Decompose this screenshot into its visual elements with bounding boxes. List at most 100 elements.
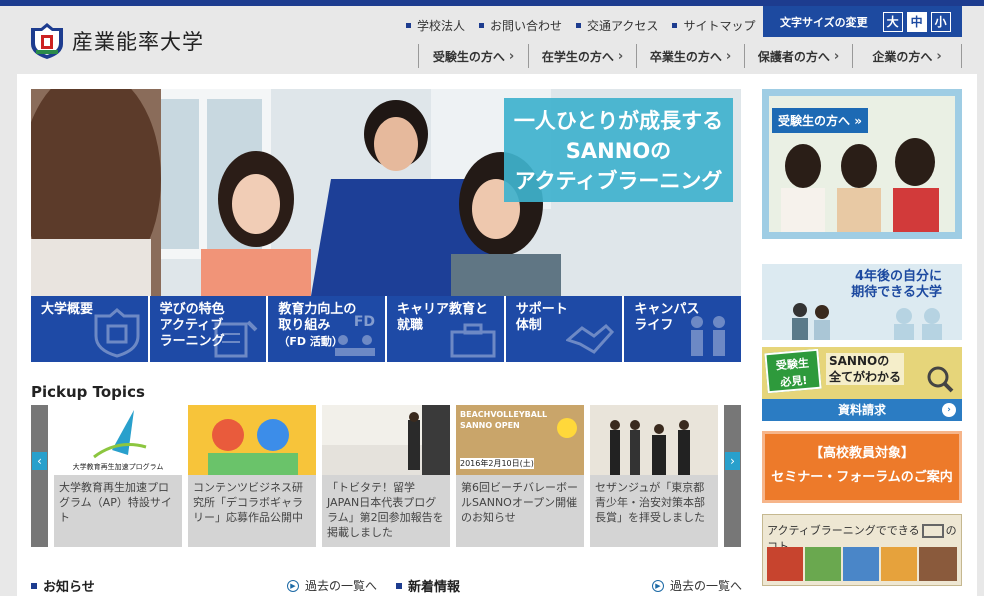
future-line1: 4年後の自分に	[854, 269, 942, 284]
applicants-photo: 受験生の方へ »	[769, 96, 955, 232]
pickup-text-decolabo: コンテンツビジネス研究所「デコラボギャラリー」応募作品公開中	[193, 481, 303, 524]
university-emblem-icon	[30, 22, 64, 60]
gnav-alumni[interactable]: 卒業生の方へ	[636, 44, 744, 68]
sidebar-future-banner[interactable]: 4年後の自分に 期待できる大学	[762, 264, 962, 340]
new-info-heading: 新着情報	[396, 576, 460, 595]
request-bar: 資料請求 ›	[762, 399, 962, 421]
future-line2: 期待できる大学	[851, 285, 942, 300]
chevron-circle-icon: ›	[942, 403, 956, 417]
hero-catch-line1: 一人ひとりが成長する	[513, 109, 724, 133]
carousel-next-button[interactable]: ›	[724, 405, 741, 547]
utility-nav: 学校法人 お問い合わせ 交通アクセス サイトマップ	[406, 17, 755, 34]
feature-campus-life[interactable]: キャンパス ライフ	[624, 296, 742, 362]
sidebar-seminar-banner[interactable]: 【高校教員対象】 セミナー・フォーラムのご案内	[762, 431, 962, 503]
pickup-title: Pickup Topics	[31, 383, 145, 401]
handshake-icon	[566, 323, 615, 354]
util-link-sitemap[interactable]: サイトマップ	[672, 17, 755, 34]
feature-fd[interactable]: 教育力向上の 取り組み （FD 活動） FD	[268, 296, 388, 362]
sidebar-request-banner[interactable]: 受験生 必見! SANNOの 全てがわかる 資料請求 ›	[762, 347, 962, 421]
font-size-large-button[interactable]: 大	[882, 11, 903, 32]
arrow-circle-icon: ▶	[287, 579, 299, 592]
util-link-access[interactable]: 交通アクセス	[576, 17, 658, 34]
notice-heading: お知らせ	[31, 576, 95, 595]
pickup-carousel: ‹ 大学教育再生加速プログラム 大学教育再生加速プログラム（AP）特設サイト コ…	[31, 405, 741, 547]
request-copy-line2: 全てがわかる	[829, 370, 902, 384]
pickup-card-award[interactable]: セザンジュが「東京都青少年・治安対策本部長賞」を拝受しました	[590, 405, 718, 547]
font-size-medium-button[interactable]: 中	[906, 11, 927, 32]
request-copy: SANNOの 全てがわかる	[826, 353, 905, 385]
feature-career[interactable]: キャリア教育と 就職	[387, 296, 506, 362]
site-name: 産業能率大学	[72, 30, 204, 54]
chevron-right-icon: ›	[725, 452, 740, 470]
new-info-more-link[interactable]: ▶ 過去の一覧へ	[652, 577, 742, 594]
carousel-prev-button[interactable]: ‹	[31, 405, 48, 547]
gnav-applicants[interactable]: 受験生の方へ	[418, 44, 528, 68]
sidebar-applicants-banner[interactable]: 受験生の方へ »	[762, 89, 962, 239]
double-chevron-icon: »	[854, 114, 862, 128]
gnav-parents[interactable]: 保護者の方へ	[744, 44, 852, 68]
fd-badge: FD	[353, 314, 376, 330]
pickup-text-beach: 第6回ビーチバレーボールSANNOオープン開催のお知らせ	[461, 481, 578, 524]
office-photo-icon	[322, 405, 450, 475]
gnav-students[interactable]: 在学生の方へ	[528, 44, 636, 68]
beach-caption: BEACHVOLLEYBALL SANNO OPEN	[460, 409, 547, 431]
magnifier-icon	[927, 366, 954, 393]
sidebar-active-learning-banner[interactable]: アクティブラーニングでできる のコト	[762, 514, 962, 586]
emblem-icon	[94, 308, 140, 358]
font-size-small-button[interactable]: 小	[930, 11, 951, 32]
pickup-text-tobitate: 「トビタテ！留学JAPAN日本代表プログラム」第2回参加報告を掲載しました	[327, 481, 444, 539]
beach-caption-2: SANNO OPEN	[460, 421, 520, 430]
volleyball-icon	[557, 418, 577, 438]
hero-catch-line3: アクティブラーニング	[514, 169, 723, 193]
must-see-line2: 必見!	[779, 373, 808, 390]
seminar-line2: セミナー・フォーラムのご案内	[771, 470, 953, 485]
pickup-card-ap[interactable]: 大学教育再生加速プログラム 大学教育再生加速プログラム（AP）特設サイト	[54, 405, 182, 547]
font-size-switcher: 文字サイズの変更 大 中 小	[763, 6, 962, 37]
request-bar-label: 資料請求	[837, 403, 886, 417]
two-students-icon	[792, 303, 830, 340]
hero-catch-line2: SANNOの	[565, 139, 672, 163]
notebook-pencil-icon	[214, 320, 258, 358]
arrow-circle-icon: ▶	[652, 579, 664, 592]
feature-al-line1: 学びの特色	[159, 302, 225, 317]
temple-icon	[921, 524, 944, 538]
feature-active-learning[interactable]: 学びの特色 アクティブ ラーニング	[149, 296, 269, 362]
students-icon	[691, 316, 726, 356]
pickup-image-tobitate	[322, 405, 450, 475]
chevron-left-icon: ‹	[32, 452, 47, 470]
feature-support[interactable]: サポート 体制	[505, 296, 625, 362]
global-nav: 受験生の方へ 在学生の方へ 卒業生の方へ 保護者の方へ 企業の方へ	[418, 44, 962, 68]
font-size-label: 文字サイズの変更	[780, 15, 868, 29]
util-link-corporation[interactable]: 学校法人	[406, 17, 465, 34]
anime-illustration-icon	[208, 419, 298, 475]
pickup-card-decolabo[interactable]: コンテンツビジネス研究所「デコラボギャラリー」応募作品公開中	[188, 405, 316, 547]
util-link-contact[interactable]: お問い合わせ	[479, 17, 562, 34]
pickup-card-tobitate[interactable]: 「トビタテ！留学JAPAN日本代表プログラム」第2回参加報告を掲載しました	[322, 405, 450, 547]
gnav-companies[interactable]: 企業の方へ	[852, 44, 962, 68]
award-photo-icon	[610, 420, 690, 475]
pickup-image-decolabo	[188, 405, 316, 475]
notice-more-link[interactable]: ▶ 過去の一覧へ	[287, 577, 377, 594]
pickup-image-award	[590, 405, 718, 475]
seminar-line1: 【高校教員対象】	[809, 446, 914, 461]
pickup-text-ap: 大学教育再生加速プログラム（AP）特設サイト	[59, 481, 172, 524]
beach-date: 2016年2月10日(土)	[460, 458, 534, 469]
hero-image[interactable]: 一人ひとりが成長する SANNOの アクティブラーニング	[31, 89, 741, 296]
al-banner-title-text: アクティブラーニングでできる	[767, 524, 920, 537]
notice-more-label: 過去の一覧へ	[305, 579, 378, 593]
meeting-people-icon	[335, 335, 376, 356]
beach-caption-1: BEACHVOLLEYBALL	[460, 410, 548, 419]
pickup-image-beach: BEACHVOLLEYBALL SANNO OPEN 2016年2月10日(土)	[456, 405, 584, 475]
site-logo[interactable]: 産業能率大学	[30, 22, 204, 60]
ap-caption: 大学教育再生加速プログラム	[72, 463, 164, 471]
activity-photos-icon	[767, 547, 957, 581]
feature-about[interactable]: 大学概要	[31, 296, 150, 362]
silhouette-icon	[894, 308, 942, 340]
feature-nav: 大学概要 学びの特色 アクティブ ラーニング 教育力向上の 取り組み （FD 活…	[31, 296, 742, 362]
new-info-more-label: 過去の一覧へ	[670, 579, 743, 593]
feature-support-line1: サポート	[515, 302, 568, 317]
pickup-text-award: セザンジュが「東京都青少年・治安対策本部長賞」を拝受しました	[595, 481, 705, 524]
request-copy-line1: SANNOの	[829, 354, 890, 368]
pickup-card-beach[interactable]: BEACHVOLLEYBALL SANNO OPEN 2016年2月10日(土)…	[456, 405, 584, 547]
must-see-badge: 受験生 必見!	[764, 348, 822, 394]
